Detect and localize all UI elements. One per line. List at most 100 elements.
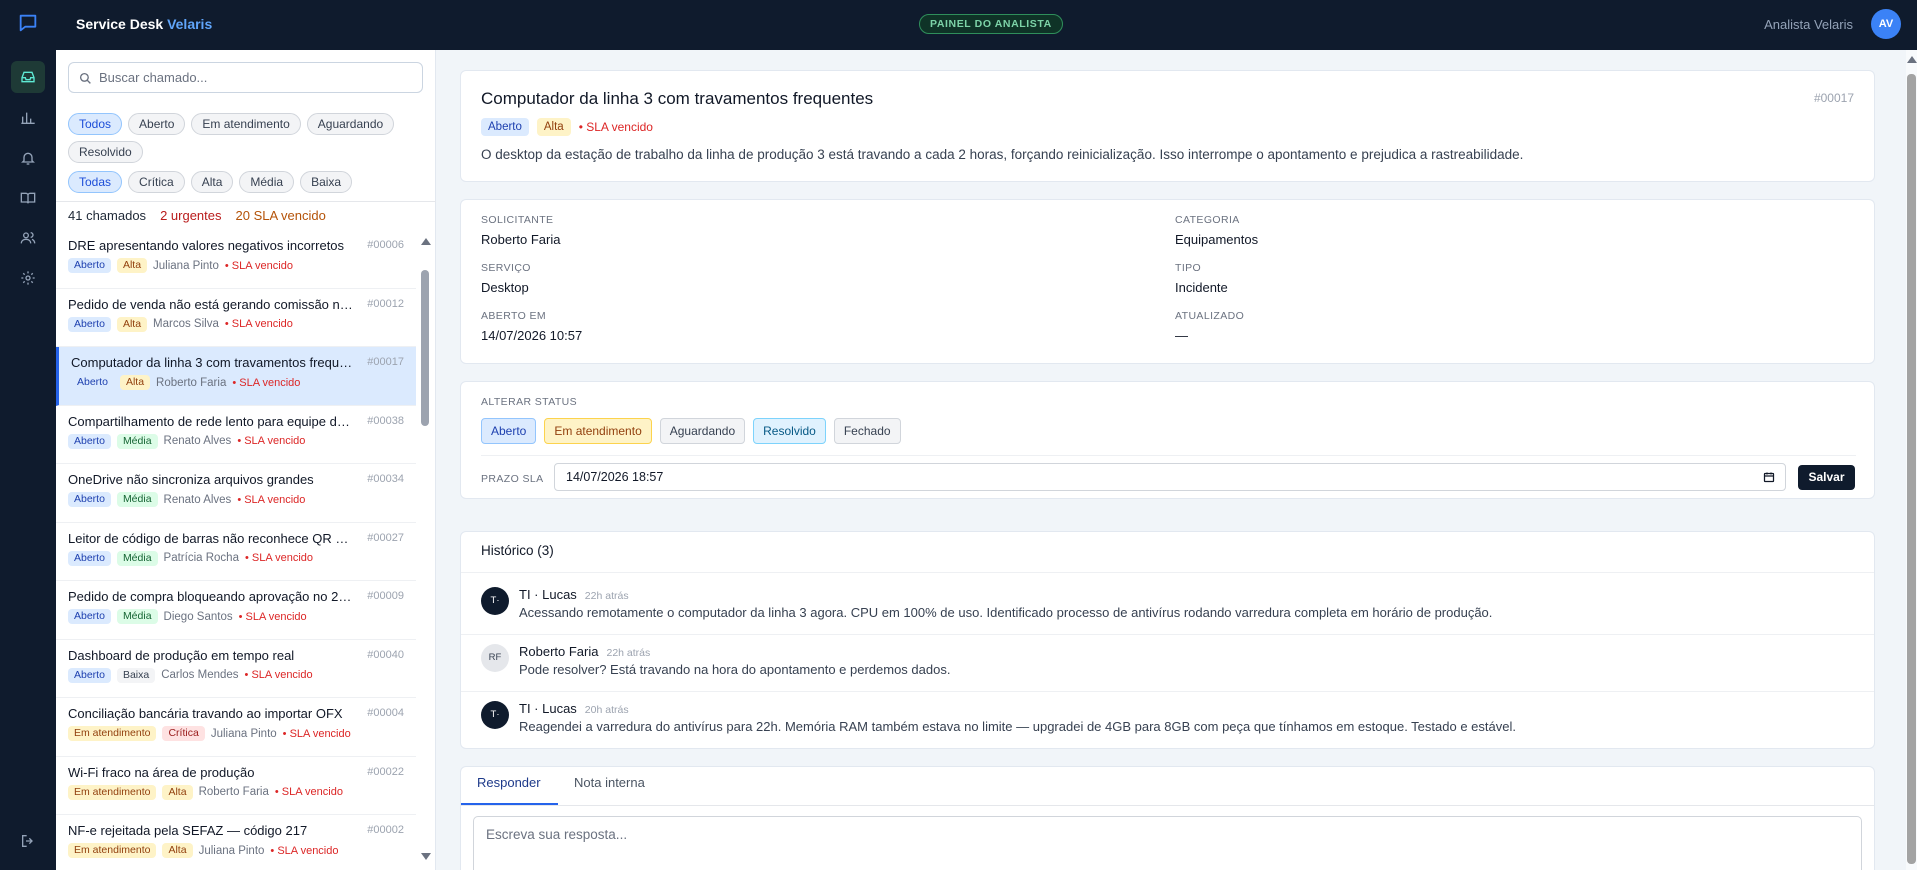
ticket-list-item[interactable]: Leitor de código de barras não reconhece… (56, 523, 416, 581)
tab-responder[interactable]: Responder (477, 775, 541, 790)
nav-users[interactable] (11, 222, 45, 254)
ticket-title: Computador da linha 3 com travamentos fr… (71, 355, 356, 370)
scroll-down-arrow[interactable] (421, 853, 431, 860)
nav-notifications[interactable] (11, 142, 45, 174)
ticket-title: Dashboard de produção em tempo real (68, 647, 295, 663)
chart-icon (21, 112, 35, 124)
divider (461, 805, 1874, 806)
user-avatar[interactable]: AV (1871, 9, 1901, 39)
ticket-list-item[interactable]: Pedido de compra bloqueando aprovação no… (56, 581, 416, 640)
priority-badge: Média (116, 609, 158, 624)
ticket-list-item[interactable]: NF-e rejeitada pela SEFAZ — código 217 #0… (56, 815, 416, 870)
chat-icon[interactable] (17, 12, 39, 34)
filter-chip-em-atendimento[interactable]: Em atendimento (191, 113, 301, 135)
requester-name: Roberto Faria (156, 376, 227, 389)
sla-indicator: • SLA vencido (274, 786, 343, 798)
status-resolvido-button[interactable]: Resolvido (753, 418, 826, 444)
scroll-thumb[interactable] (421, 270, 429, 426)
status-filter-group: Todos Aberto Em atendimento Aguardando Resol… (68, 113, 428, 163)
status-em-atendimento-button[interactable]: Em atendimento (544, 418, 652, 444)
field-tipo: TIPO Incidente (1175, 262, 1228, 295)
ticket-list-item[interactable]: OneDrive não sincroniza arquivos grandes… (56, 464, 416, 523)
filter-chip-baixa[interactable]: Baixa (300, 171, 353, 193)
brand-title: Service Desk Velaris (76, 16, 213, 32)
tab-nota-interna[interactable]: Nota interna (574, 775, 645, 790)
filter-chip-critica[interactable]: Crítica (128, 171, 185, 193)
filter-chip-todas[interactable]: Todas (68, 171, 123, 193)
sla-indicator: • SLA vencido (237, 435, 306, 447)
scroll-up-arrow[interactable] (1907, 56, 1917, 63)
sla-badge: • SLA vencido (578, 120, 653, 134)
scroll-up-arrow[interactable] (421, 238, 431, 245)
filter-chip-resolvido[interactable]: Resolvido (68, 141, 143, 163)
nav-rail (0, 0, 56, 870)
field-atualizado: ATUALIZADO — (1175, 310, 1244, 343)
comment-text: Reagendei a varredura do antivírus para … (519, 719, 1516, 734)
calendar-icon[interactable] (1763, 471, 1775, 483)
sla-datetime-input[interactable]: 14/07/2026 18:57 (554, 463, 1786, 491)
field-value: — (1175, 328, 1188, 343)
comment-author-name: Roberto Faria (519, 644, 599, 659)
status-badge: Aberto (68, 492, 111, 507)
search-box (68, 62, 423, 93)
sla-indicator: • SLA vencido (232, 376, 301, 389)
filter-chip-aberto[interactable]: Aberto (128, 113, 186, 135)
divider (461, 634, 1874, 635)
ticket-list-item[interactable]: Compartilhamento de rede lento para equi… (56, 406, 416, 464)
status-aberto-button[interactable]: Aberto (481, 418, 537, 444)
nav-knowledge[interactable] (11, 182, 45, 214)
ticket-counts: 41 chamados 2 urgentes 20 SLA vencido (68, 208, 326, 223)
ticket-info-card: SOLICITANTE Roberto Faria CATEGORIA Equi… (460, 199, 1875, 364)
ticket-list-item[interactable]: Computador da linha 3 com travamentos fr… (56, 347, 416, 406)
nav-settings[interactable] (11, 262, 45, 294)
requester-name: Diego Santos (163, 610, 233, 623)
status-badge: Aberto (68, 609, 111, 624)
nav-tickets[interactable] (11, 61, 45, 93)
sla-indicator: • SLA vencido (244, 669, 313, 681)
ticket-meta: Em atendimento Alta Juliana Pinto • SLA ven… (68, 843, 404, 858)
comment-time: 20h atrás (584, 704, 629, 716)
sla-indicator: • SLA vencido (282, 727, 351, 740)
status-badge: Aberto (481, 118, 529, 136)
ticket-meta: Aberto Média Renato Alves • SLA vencido (68, 433, 404, 449)
ticket-id: #00004 (367, 707, 404, 719)
ticket-meta: Aberto Média Diego Santos • SLA vencido (68, 609, 404, 624)
field-label: SERVIÇO (481, 262, 531, 274)
filter-chip-aguardando[interactable]: Aguardando (306, 113, 395, 135)
requester-name: Renato Alves (163, 435, 232, 447)
ticket-list-item[interactable]: Wi-Fi fraco na área de produção #00022 Em … (56, 757, 416, 815)
ticket-id: #00027 (367, 531, 404, 544)
status-fechado-button[interactable]: Fechado (833, 418, 901, 444)
sla-indicator: • SLA vencido (238, 610, 307, 623)
search-input[interactable] (99, 63, 414, 92)
scroll-thumb[interactable] (1907, 74, 1916, 864)
requester-name: Carlos Mendes (161, 669, 239, 681)
filter-chip-alta[interactable]: Alta (190, 171, 234, 193)
field-value: Equipamentos (1175, 232, 1259, 247)
priority-badge: Média (116, 492, 158, 507)
ticket-list-item[interactable]: Pedido de venda não está gerando comissã… (56, 289, 416, 347)
sla-indicator: • SLA vencido (244, 552, 314, 564)
divider (461, 691, 1874, 692)
sla-indicator: • SLA vencido (237, 493, 306, 506)
nav-reports[interactable] (11, 102, 45, 134)
status-badge: Em atendimento (68, 784, 157, 800)
reply-textarea[interactable] (473, 816, 1862, 870)
requester-name: Marcos Silva (153, 318, 219, 330)
status-aguardando-button[interactable]: Aguardando (659, 418, 746, 444)
ticket-list-item[interactable]: Dashboard de produção em tempo real #0004… (56, 640, 416, 698)
ticket-list-item[interactable]: Conciliação bancária travando ao importa… (56, 698, 416, 757)
save-button[interactable]: Salvar (1798, 465, 1855, 490)
field-label: ATUALIZADO (1175, 310, 1245, 322)
ticket-id: #00012 (367, 297, 404, 310)
field-label: TIPO (1175, 262, 1202, 274)
filter-chip-todos[interactable]: Todos (68, 113, 123, 135)
nav-logout[interactable] (11, 825, 45, 857)
filter-chip-media[interactable]: Média (239, 171, 295, 193)
ticket-title: Pedido de compra bloqueando aprovação no… (68, 589, 353, 604)
list-scrollbar[interactable] (419, 234, 431, 864)
field-aberto-em: ABERTO EM 14/07/2026 10:57 (481, 310, 582, 343)
main-scrollbar[interactable] (1906, 50, 1917, 870)
ticket-list-item[interactable]: DRE apresentando valores negativos incor… (56, 230, 416, 289)
priority-badge: Alta (116, 316, 148, 332)
